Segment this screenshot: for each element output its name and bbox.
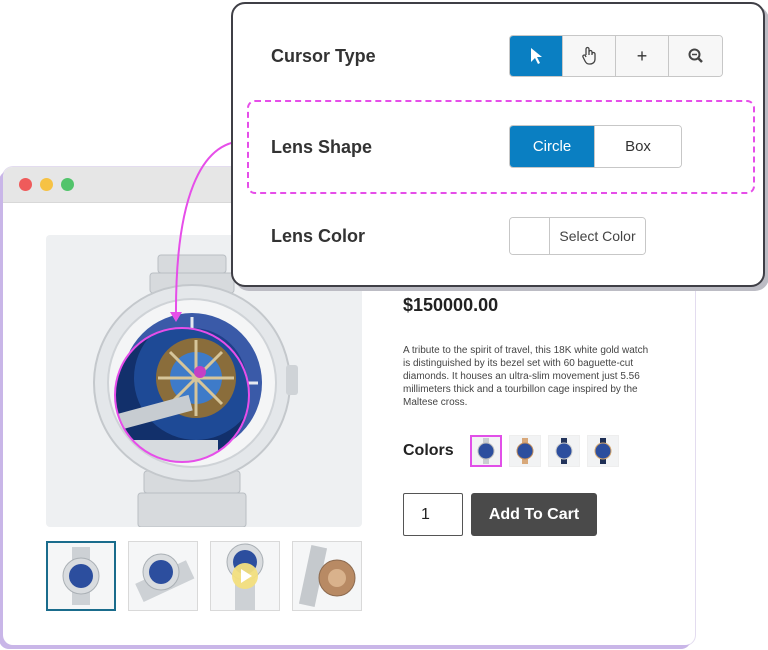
- cursor-option-plus[interactable]: +: [616, 36, 669, 76]
- cursor-type-selector: +: [509, 35, 723, 77]
- lens-color-picker[interactable]: Select Color: [509, 217, 646, 255]
- lens-shape-selector: Circle Box: [509, 125, 682, 168]
- plus-icon: +: [636, 45, 648, 66]
- hand-icon: [582, 46, 596, 65]
- pointer-arrow-icon: [531, 48, 542, 64]
- zoom-settings-panel: Cursor Type + Lens Shape Circle Box Lens…: [231, 2, 765, 287]
- zoom-icon: [688, 48, 703, 63]
- lens-shape-box-button[interactable]: Box: [595, 126, 681, 167]
- lens-color-label: Lens Color: [271, 226, 366, 246]
- cursor-option-pointer[interactable]: [510, 36, 563, 76]
- lens-shape-label: Lens Shape: [271, 137, 373, 157]
- magnifier-lens: [114, 327, 250, 463]
- cursor-option-hand[interactable]: [563, 36, 616, 76]
- color-preview[interactable]: [510, 218, 550, 254]
- lens-shape-circle-button[interactable]: Circle: [510, 126, 595, 167]
- cursor-option-zoom[interactable]: [669, 36, 722, 76]
- arrow-head-icon: [170, 312, 182, 322]
- select-color-button[interactable]: Select Color: [550, 218, 645, 254]
- cursor-type-label: Cursor Type: [271, 46, 376, 66]
